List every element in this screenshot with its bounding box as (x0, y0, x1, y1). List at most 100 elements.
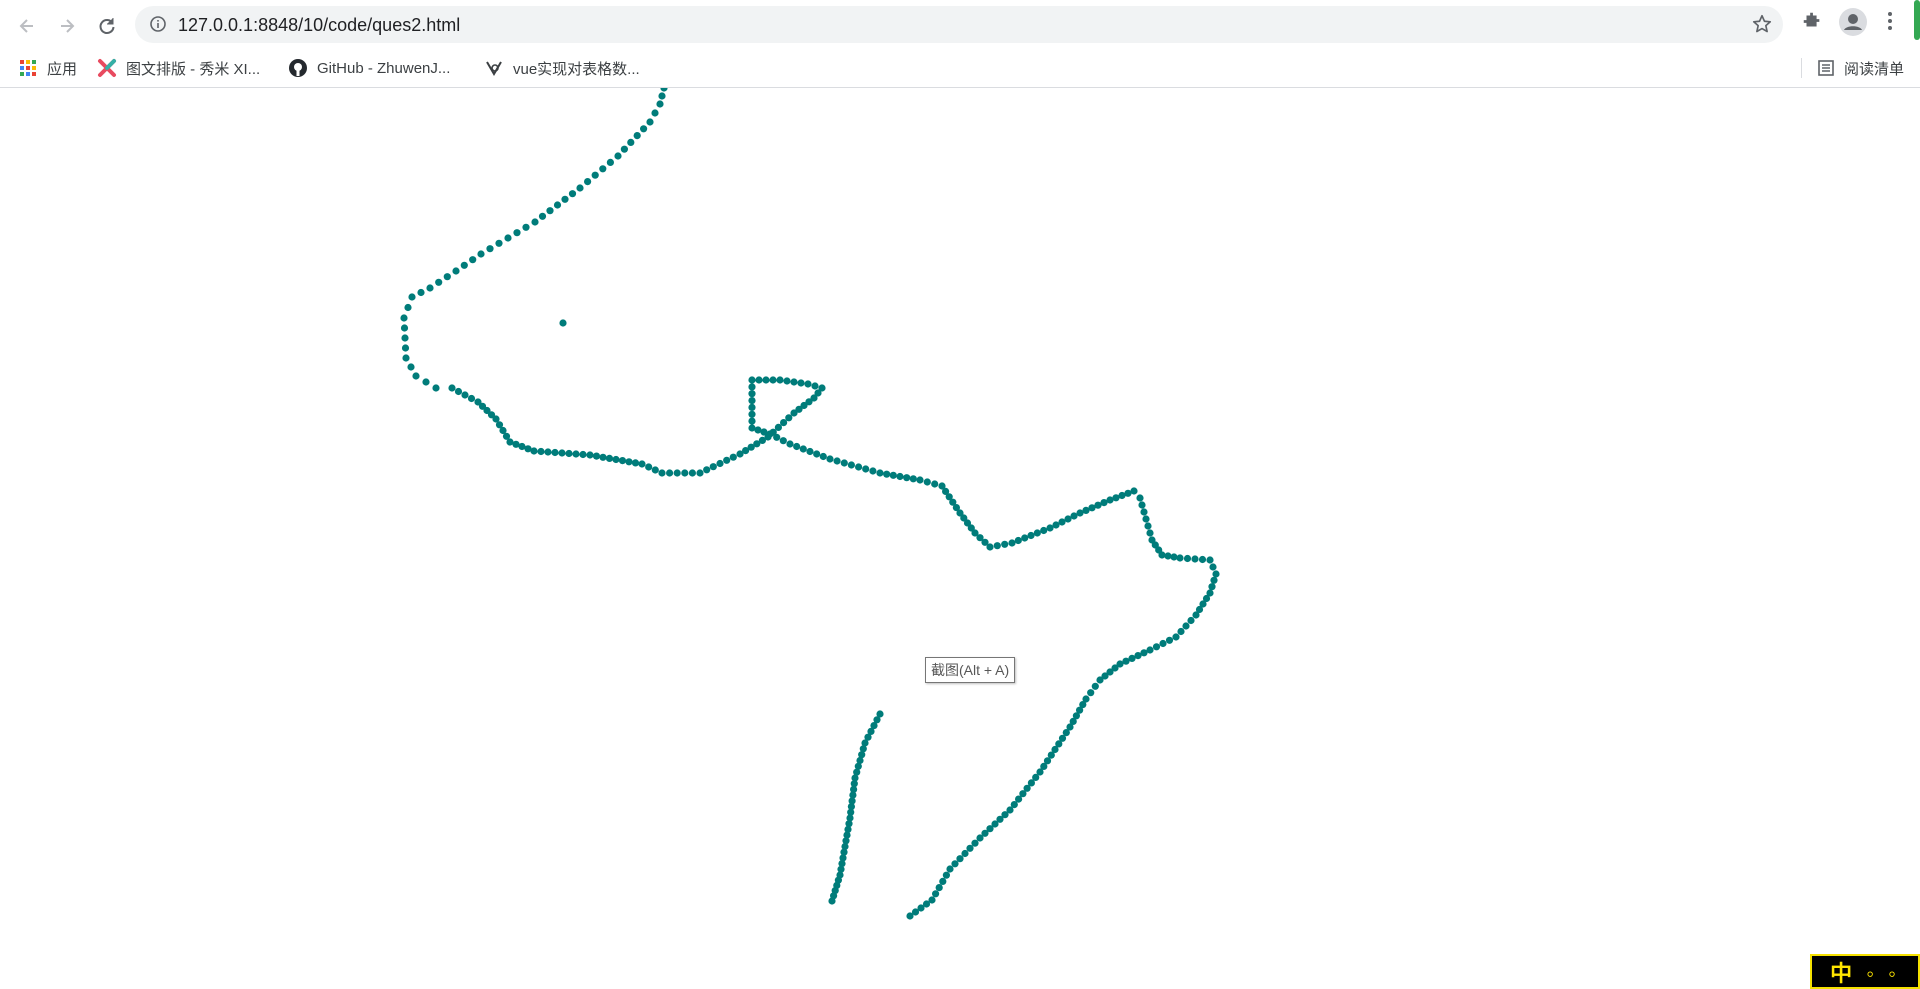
profile-icon[interactable] (1838, 7, 1868, 42)
track-point (776, 376, 784, 384)
track-point (813, 450, 821, 458)
bookmark-label: 应用 (47, 60, 78, 78)
track-point (658, 469, 666, 477)
track-point (819, 452, 827, 461)
track-point (688, 469, 697, 477)
track-point (656, 100, 664, 108)
github-icon (288, 58, 308, 78)
track-point (906, 912, 914, 920)
track-point (748, 383, 756, 391)
browser-toolbar: 127.0.0.1:8848/10/code/ques2.html (0, 0, 1920, 50)
track-point (1130, 487, 1138, 495)
track-point (1165, 636, 1174, 644)
track-point (1198, 555, 1207, 564)
track-point (966, 844, 974, 852)
track-point (709, 463, 717, 471)
track-point (452, 267, 460, 275)
track-point (645, 463, 653, 471)
track-point (786, 440, 794, 448)
track-point (1140, 508, 1148, 516)
track-point (790, 378, 798, 386)
track-point (460, 261, 468, 269)
track-point (779, 437, 787, 445)
track-point (599, 453, 607, 461)
track-point (513, 229, 521, 237)
track-point (404, 303, 412, 312)
track-point (625, 458, 633, 466)
bookmarks-bar: 应用 图文排版 - 秀米 XI... GitHub - ZhuwenJ... v… (0, 50, 1920, 88)
track-point (1136, 494, 1144, 502)
bookmark-xiumi[interactable]: 图文排版 - 秀米 XI... (97, 56, 260, 80)
track-point (976, 834, 984, 842)
track-point (591, 171, 599, 179)
track-point (407, 363, 415, 371)
track-point (631, 459, 640, 467)
track-point (783, 377, 791, 385)
track-point (1187, 616, 1195, 625)
track-point (1096, 676, 1104, 684)
track-point (576, 184, 584, 192)
track-point (840, 459, 848, 467)
star-icon[interactable] (1751, 13, 1773, 40)
track-point (1210, 576, 1218, 584)
track-point (402, 354, 410, 362)
track-point (1014, 536, 1022, 545)
track-point (896, 472, 904, 481)
track-point (818, 384, 826, 392)
track-point (1192, 611, 1200, 619)
url-text[interactable]: 127.0.0.1:8848/10/code/ques2.html (178, 15, 460, 36)
track-point (586, 451, 594, 459)
track-point (762, 376, 770, 384)
track-point (923, 478, 931, 486)
track-point (1206, 556, 1214, 564)
track-point (561, 195, 569, 203)
track-point (401, 334, 409, 342)
track-point (673, 469, 681, 477)
track-point (522, 223, 530, 231)
track-point-stray (559, 319, 567, 327)
track-point (916, 476, 924, 484)
track-point (544, 448, 552, 456)
address-bar[interactable]: 127.0.0.1:8848/10/code/ques2.html (135, 6, 1783, 43)
info-icon[interactable] (149, 15, 167, 38)
bookmark-label: vue实现对表格数... (513, 60, 640, 78)
reading-list-label: 阅读清单 (1843, 60, 1904, 78)
track-point (1152, 643, 1161, 651)
track-point (804, 380, 812, 388)
track-point (961, 849, 969, 858)
bookmark-vue[interactable]: vue实现对表格数... (484, 56, 640, 80)
track-point (1138, 501, 1146, 509)
track-point (584, 178, 592, 186)
track-point (651, 466, 659, 474)
track-point (1170, 553, 1178, 561)
ime-indicator[interactable]: 中 ◦ ◦ (1810, 954, 1920, 989)
menu-icon[interactable] (1886, 10, 1894, 37)
track-point (412, 372, 420, 380)
track-point (946, 865, 954, 873)
extensions-icon[interactable] (1801, 10, 1823, 37)
track-point (486, 245, 494, 253)
track-point (1146, 529, 1154, 537)
track-point (903, 474, 911, 482)
track-point (495, 239, 503, 247)
track-point (620, 145, 629, 153)
reload-button[interactable] (91, 10, 123, 42)
track-point (579, 450, 587, 459)
track-point (551, 448, 559, 457)
back-button[interactable] (11, 10, 43, 42)
track-point (400, 314, 408, 322)
back-arrow-icon (19, 19, 33, 33)
track-point (638, 460, 646, 468)
track-point (651, 109, 659, 117)
track-point (666, 469, 674, 477)
track-point (773, 433, 781, 441)
track-point (939, 877, 947, 886)
reading-list-button[interactable]: 阅读清单 (1800, 56, 1904, 80)
bookmark-apps[interactable]: 应用 (18, 56, 77, 80)
track-point (806, 447, 814, 456)
forward-button[interactable] (51, 10, 83, 42)
track-point (443, 273, 451, 281)
track-point (993, 542, 1001, 550)
track-point (1158, 551, 1166, 559)
bookmark-github[interactable]: GitHub - ZhuwenJ... (288, 56, 450, 80)
